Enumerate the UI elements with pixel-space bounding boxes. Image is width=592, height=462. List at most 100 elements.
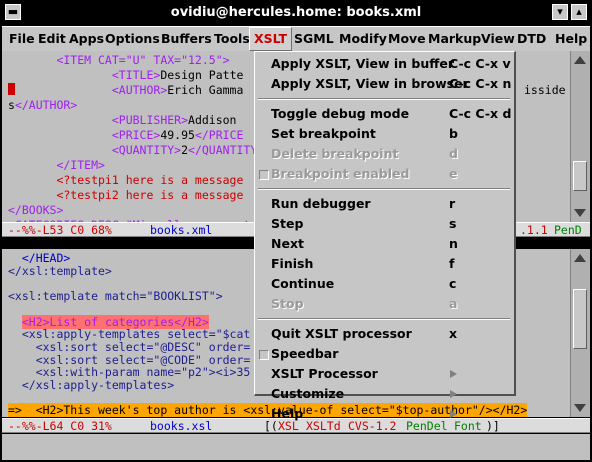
code-line: <?testpi2 here is a message (8, 189, 243, 202)
code-token: 49.95 (160, 128, 195, 142)
menu-item-help[interactable]: Help (255, 404, 513, 424)
code-token: <PRICE> (8, 128, 161, 142)
menu-tools[interactable]: Tools (214, 27, 250, 51)
menu-item-shortcut: a (449, 296, 458, 311)
menu-item-shortcut: d (449, 146, 458, 161)
code-token: <?testpi2 here is a message (8, 188, 244, 202)
code-token: </xsl:template> (8, 263, 112, 278)
menu-sgml[interactable]: SGML (294, 27, 334, 51)
scroll-down-arrow-icon[interactable] (574, 404, 586, 412)
code-line: <TITLE>Design Patte (8, 68, 244, 82)
menu-item-apply-xslt-view-in-buffer[interactable]: Apply XSLT, View in buffer C-c C-x v (255, 54, 513, 74)
title-bar[interactable]: ▬ ovidiu@hercules.home: books.xml ▾ ▴ (0, 0, 592, 26)
code-token: Addison (188, 113, 237, 127)
menu-item-label: Toggle debug mode (271, 106, 410, 121)
minimize-icon[interactable]: ▾ (552, 4, 568, 20)
menu-item-set-breakpoint[interactable]: Set breakpoint b (255, 124, 513, 144)
code-token: s (8, 98, 15, 112)
menu-item-label: Apply XSLT, View in browser (271, 76, 469, 91)
code-token: <xsl:template match="BOOKLIST"> (8, 289, 223, 304)
mode-line-buffer[interactable]: books.xml (150, 223, 212, 238)
menu-item-label: Continue (271, 276, 335, 291)
scroll-down-arrow-icon[interactable] (574, 209, 586, 217)
menu-help[interactable]: Help (555, 27, 587, 51)
menu-edit[interactable]: Edit (38, 27, 66, 51)
menu-item-label: Apply XSLT, View in buffer (271, 56, 455, 71)
scrollbar-bottom[interactable] (570, 249, 590, 417)
mode-line-minor: PenD (554, 223, 582, 237)
menu-item-apply-xslt-view-in-browser[interactable]: Apply XSLT, View in browser C-c C-x n (255, 74, 513, 94)
menu-view[interactable]: View (481, 27, 515, 51)
menu-item-xslt-processor[interactable]: XSLT Processor (255, 364, 513, 384)
menu-item-continue[interactable]: Continue c (255, 274, 513, 294)
menu-item-label: Help (271, 406, 304, 421)
code-line: <PUBLISHER>Addison (8, 113, 237, 127)
menu-dtd[interactable]: DTD (517, 27, 546, 51)
menu-item-label: Breakpoint enabled (271, 166, 410, 181)
scroll-thumb[interactable] (573, 289, 587, 349)
minibuffer[interactable] (2, 434, 590, 460)
menu-item-shortcut: n (449, 236, 458, 251)
menu-item-shortcut: e (449, 166, 458, 181)
code-line-tail: isside (524, 83, 566, 97)
submenu-arrow-icon (450, 390, 457, 398)
menu-modify[interactable]: Modify (339, 27, 387, 51)
menu-item-next[interactable]: Next n (255, 234, 513, 254)
menu-item-shortcut: C-c C-x n (449, 76, 512, 91)
code-token: <AUTHOR> (8, 83, 168, 97)
scrollbar-top[interactable] (570, 51, 590, 222)
menu-item-shortcut: C-c C-x v (449, 56, 511, 71)
code-token: <PUBLISHER> (8, 113, 189, 127)
menu-item-stop: Stop a (255, 294, 513, 314)
submenu-arrow-icon (450, 370, 457, 378)
scroll-up-arrow-icon[interactable] (574, 56, 586, 64)
mode-line-buffer[interactable]: books.xsl (150, 419, 212, 434)
code-line: <AUTHOR>Erich Gamma (8, 83, 244, 97)
menu-item-shortcut: f (449, 256, 455, 271)
scroll-thumb[interactable] (573, 161, 587, 191)
menu-item-shortcut: r (449, 196, 456, 211)
menu-item-toggle-debug-mode[interactable]: Toggle debug mode C-c C-x d (255, 104, 513, 124)
menu-item-shortcut: x (449, 326, 458, 341)
code-line: s</AUTHOR> (8, 99, 77, 112)
menu-item-delete-breakpoint: Delete breakpoint d (255, 144, 513, 164)
menu-markup[interactable]: Markup (428, 27, 481, 51)
menu-options[interactable]: Options (105, 27, 160, 51)
code-line: <xsl:template match="BOOKLIST"> (8, 290, 223, 303)
menu-item-finish[interactable]: Finish f (255, 254, 513, 274)
menu-buffers[interactable]: Buffers (161, 27, 212, 51)
maximize-icon[interactable]: ▴ (571, 4, 587, 20)
menu-apps[interactable]: Apps (69, 27, 104, 51)
code-token: <TITLE> (8, 68, 161, 82)
menu-separator (258, 188, 510, 190)
code-line: </ITEM> (8, 159, 104, 172)
menu-item-step[interactable]: Step s (255, 214, 513, 234)
menu-item-label: Speedbar (271, 346, 339, 361)
code-line: </BOOKS> (8, 204, 63, 217)
menu-separator (258, 318, 510, 320)
menu-item-label: Run debugger (271, 196, 371, 211)
menu-xslt[interactable]: XSLT (249, 27, 293, 51)
menu-item-label: XSLT Processor (271, 366, 378, 381)
menu-item-label: Delete breakpoint (271, 146, 399, 161)
checkbox-icon (259, 170, 269, 180)
menu-item-shortcut: b (449, 126, 458, 141)
code-token: <ITEM CAT="U" TAX="12.5"> (8, 53, 230, 67)
menu-item-speedbar[interactable]: Speedbar (255, 344, 513, 364)
checkbox-icon[interactable] (259, 350, 269, 360)
code-token: <QUANTITY> (8, 143, 182, 157)
menu-file[interactable]: File (9, 27, 35, 51)
code-token: </PRICE (194, 128, 244, 142)
menu-move[interactable]: Move (388, 27, 426, 51)
window-title: ovidiu@hercules.home: books.xml (170, 5, 422, 20)
menu-item-run-debugger[interactable]: Run debugger r (255, 194, 513, 214)
menu-item-quit-xslt-processor[interactable]: Quit XSLT processor x (255, 324, 513, 344)
code-token: Design Patte (160, 68, 244, 82)
scroll-up-arrow-icon[interactable] (574, 254, 586, 262)
menu-item-label: Customize (271, 386, 345, 401)
menu-separator (258, 98, 510, 100)
menu-item-customize[interactable]: Customize (255, 384, 513, 404)
code-line: <ITEM CAT="U" TAX="12.5"> (8, 53, 230, 67)
submenu-arrow-icon (450, 410, 457, 418)
code-line: </xsl:apply-templates> (8, 379, 174, 392)
